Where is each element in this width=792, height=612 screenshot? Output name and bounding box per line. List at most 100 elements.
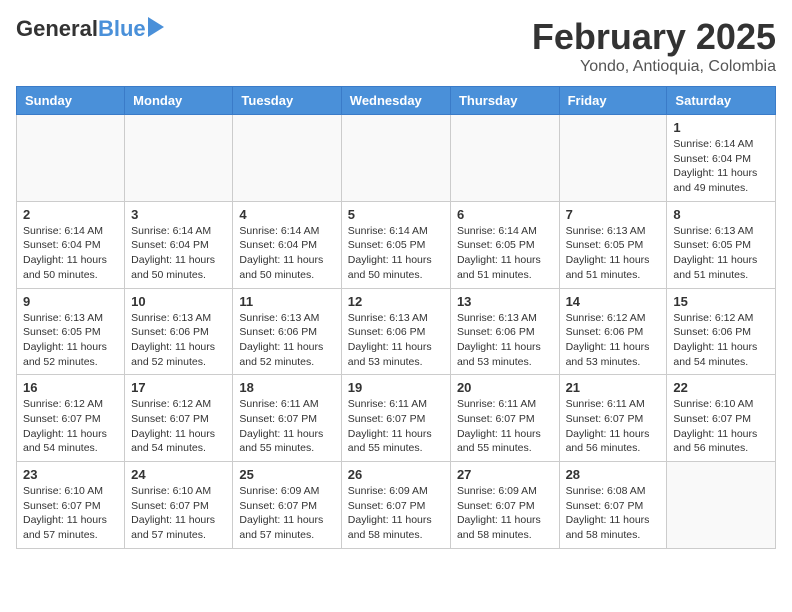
- day-info: Sunrise: 6:13 AMSunset: 6:05 PMDaylight:…: [23, 311, 118, 370]
- day-info: Sunrise: 6:14 AMSunset: 6:05 PMDaylight:…: [457, 224, 553, 283]
- calendar-cell: 18 Sunrise: 6:11 AMSunset: 6:07 PMDayligh…: [233, 375, 341, 462]
- day-info: Sunrise: 6:09 AMSunset: 6:07 PMDaylight:…: [457, 484, 553, 543]
- day-info: Sunrise: 6:11 AMSunset: 6:07 PMDaylight:…: [239, 397, 334, 456]
- day-number: 4: [239, 207, 334, 222]
- calendar-cell: 22 Sunrise: 6:10 AMSunset: 6:07 PMDayligh…: [667, 375, 776, 462]
- column-header-tuesday: Tuesday: [233, 87, 341, 115]
- day-number: 6: [457, 207, 553, 222]
- calendar-cell: 21 Sunrise: 6:11 AMSunset: 6:07 PMDayligh…: [559, 375, 667, 462]
- calendar-cell: 5 Sunrise: 6:14 AMSunset: 6:05 PMDaylight…: [341, 201, 450, 288]
- calendar-cell: 27 Sunrise: 6:09 AMSunset: 6:07 PMDayligh…: [450, 462, 559, 549]
- calendar-week-row: 2 Sunrise: 6:14 AMSunset: 6:04 PMDaylight…: [17, 201, 776, 288]
- sub-title: Yondo, Antioquia, Colombia: [532, 58, 776, 76]
- day-number: 8: [673, 207, 769, 222]
- calendar-cell: 26 Sunrise: 6:09 AMSunset: 6:07 PMDayligh…: [341, 462, 450, 549]
- column-header-friday: Friday: [559, 87, 667, 115]
- day-number: 20: [457, 380, 553, 395]
- day-number: 3: [131, 207, 226, 222]
- day-number: 15: [673, 294, 769, 309]
- day-number: 28: [566, 467, 661, 482]
- calendar-cell: 25 Sunrise: 6:09 AMSunset: 6:07 PMDayligh…: [233, 462, 341, 549]
- day-number: 9: [23, 294, 118, 309]
- day-number: 2: [23, 207, 118, 222]
- calendar-cell: 1 Sunrise: 6:14 AMSunset: 6:04 PMDaylight…: [667, 115, 776, 202]
- calendar-cell: 16 Sunrise: 6:12 AMSunset: 6:07 PMDayligh…: [17, 375, 125, 462]
- day-number: 1: [673, 120, 769, 135]
- calendar-cell: 28 Sunrise: 6:08 AMSunset: 6:07 PMDayligh…: [559, 462, 667, 549]
- calendar-cell: 7 Sunrise: 6:13 AMSunset: 6:05 PMDaylight…: [559, 201, 667, 288]
- day-info: Sunrise: 6:13 AMSunset: 6:05 PMDaylight:…: [673, 224, 769, 283]
- title-block: February 2025 Yondo, Antioquia, Colombia: [532, 16, 776, 76]
- day-number: 22: [673, 380, 769, 395]
- calendar-cell: [450, 115, 559, 202]
- day-number: 13: [457, 294, 553, 309]
- calendar-cell: [17, 115, 125, 202]
- calendar-week-row: 16 Sunrise: 6:12 AMSunset: 6:07 PMDayligh…: [17, 375, 776, 462]
- day-number: 7: [566, 207, 661, 222]
- calendar-cell: 20Sunrise: 6:11 AMSunset: 6:07 PMDayligh…: [450, 375, 559, 462]
- calendar-header-row: SundayMondayTuesdayWednesdayThursdayFrid…: [17, 87, 776, 115]
- day-number: 27: [457, 467, 553, 482]
- calendar-cell: [233, 115, 341, 202]
- calendar-cell: 9 Sunrise: 6:13 AMSunset: 6:05 PMDaylight…: [17, 288, 125, 375]
- day-number: 11: [239, 294, 334, 309]
- calendar-cell: 12 Sunrise: 6:13 AMSunset: 6:06 PMDayligh…: [341, 288, 450, 375]
- day-info: Sunrise: 6:12 AMSunset: 6:07 PMDaylight:…: [131, 397, 226, 456]
- calendar-cell: 23 Sunrise: 6:10 AMSunset: 6:07 PMDayligh…: [17, 462, 125, 549]
- day-info: Sunrise: 6:13 AMSunset: 6:06 PMDaylight:…: [131, 311, 226, 370]
- day-info: Sunrise: 6:14 AMSunset: 6:05 PMDaylight:…: [348, 224, 444, 283]
- day-number: 12: [348, 294, 444, 309]
- calendar-week-row: 23 Sunrise: 6:10 AMSunset: 6:07 PMDayligh…: [17, 462, 776, 549]
- day-number: 25: [239, 467, 334, 482]
- day-info: Sunrise: 6:13 AMSunset: 6:06 PMDaylight:…: [239, 311, 334, 370]
- day-info: Sunrise: 6:11 AMSunset: 6:07 PMDaylight:…: [566, 397, 661, 456]
- day-info: Sunrise: 6:12 AMSunset: 6:06 PMDaylight:…: [566, 311, 661, 370]
- logo-arrow-icon: [148, 17, 164, 37]
- calendar-cell: 17 Sunrise: 6:12 AMSunset: 6:07 PMDayligh…: [125, 375, 233, 462]
- calendar-cell: 6 Sunrise: 6:14 AMSunset: 6:05 PMDaylight…: [450, 201, 559, 288]
- day-number: 5: [348, 207, 444, 222]
- calendar-cell: 3 Sunrise: 6:14 AMSunset: 6:04 PMDaylight…: [125, 201, 233, 288]
- calendar-cell: 2Sunrise: 6:14 AMSunset: 6:04 PMDaylight…: [17, 201, 125, 288]
- day-number: 24: [131, 467, 226, 482]
- day-info: Sunrise: 6:10 AMSunset: 6:07 PMDaylight:…: [673, 397, 769, 456]
- day-number: 16: [23, 380, 118, 395]
- column-header-saturday: Saturday: [667, 87, 776, 115]
- page-header: General Blue February 2025 Yondo, Antioq…: [16, 16, 776, 76]
- day-info: Sunrise: 6:10 AMSunset: 6:07 PMDaylight:…: [23, 484, 118, 543]
- calendar-cell: 24 Sunrise: 6:10 AMSunset: 6:07 PMDayligh…: [125, 462, 233, 549]
- calendar-cell: 4Sunrise: 6:14 AMSunset: 6:04 PMDaylight…: [233, 201, 341, 288]
- day-info: Sunrise: 6:10 AMSunset: 6:07 PMDaylight:…: [131, 484, 226, 543]
- day-number: 19: [348, 380, 444, 395]
- calendar-cell: [341, 115, 450, 202]
- day-info: Sunrise: 6:13 AMSunset: 6:05 PMDaylight:…: [566, 224, 661, 283]
- day-info: Sunrise: 6:13 AMSunset: 6:06 PMDaylight:…: [348, 311, 444, 370]
- day-number: 14: [566, 294, 661, 309]
- day-info: Sunrise: 6:09 AMSunset: 6:07 PMDaylight:…: [239, 484, 334, 543]
- calendar-cell: 15Sunrise: 6:12 AMSunset: 6:06 PMDayligh…: [667, 288, 776, 375]
- calendar-cell: 11 Sunrise: 6:13 AMSunset: 6:06 PMDayligh…: [233, 288, 341, 375]
- day-info: Sunrise: 6:08 AMSunset: 6:07 PMDaylight:…: [566, 484, 661, 543]
- calendar-cell: 13 Sunrise: 6:13 AMSunset: 6:06 PMDayligh…: [450, 288, 559, 375]
- day-number: 17: [131, 380, 226, 395]
- column-header-monday: Monday: [125, 87, 233, 115]
- calendar-cell: 14 Sunrise: 6:12 AMSunset: 6:06 PMDayligh…: [559, 288, 667, 375]
- calendar-cell: 8 Sunrise: 6:13 AMSunset: 6:05 PMDaylight…: [667, 201, 776, 288]
- day-number: 18: [239, 380, 334, 395]
- calendar-week-row: 1 Sunrise: 6:14 AMSunset: 6:04 PMDaylight…: [17, 115, 776, 202]
- day-number: 23: [23, 467, 118, 482]
- calendar-week-row: 9 Sunrise: 6:13 AMSunset: 6:05 PMDaylight…: [17, 288, 776, 375]
- day-number: 26: [348, 467, 444, 482]
- calendar-cell: 19Sunrise: 6:11 AMSunset: 6:07 PMDayligh…: [341, 375, 450, 462]
- day-info: Sunrise: 6:13 AMSunset: 6:06 PMDaylight:…: [457, 311, 553, 370]
- logo-general-text: General: [16, 16, 98, 42]
- calendar-cell: [559, 115, 667, 202]
- calendar-cell: 10 Sunrise: 6:13 AMSunset: 6:06 PMDayligh…: [125, 288, 233, 375]
- day-info: Sunrise: 6:09 AMSunset: 6:07 PMDaylight:…: [348, 484, 444, 543]
- day-info: Sunrise: 6:14 AMSunset: 6:04 PMDaylight:…: [673, 137, 769, 196]
- day-info: Sunrise: 6:14 AMSunset: 6:04 PMDaylight:…: [131, 224, 226, 283]
- day-number: 10: [131, 294, 226, 309]
- day-number: 21: [566, 380, 661, 395]
- day-info: Sunrise: 6:12 AMSunset: 6:07 PMDaylight:…: [23, 397, 118, 456]
- column-header-thursday: Thursday: [450, 87, 559, 115]
